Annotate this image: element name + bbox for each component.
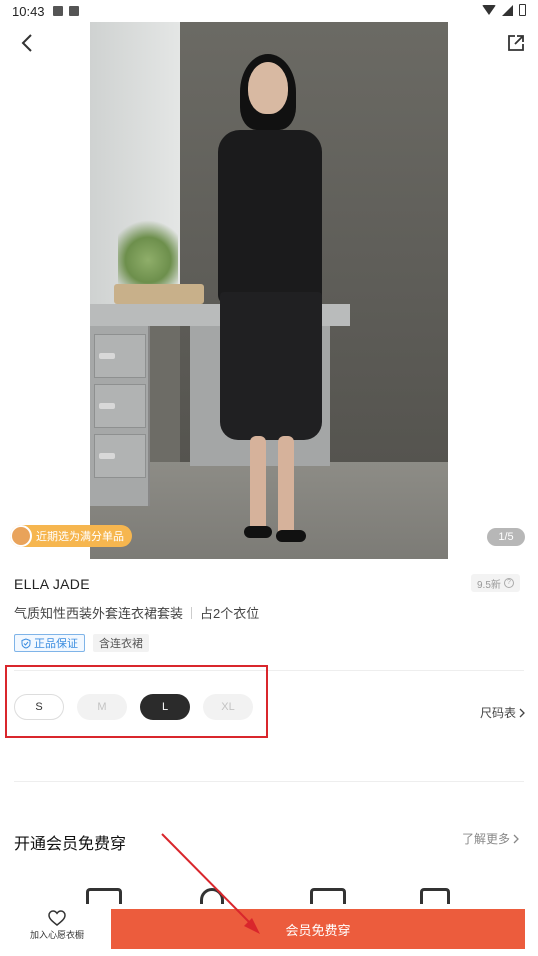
battery-icon (519, 4, 526, 16)
promo-tag: 近期选为满分单品 (10, 525, 132, 547)
condition-badge[interactable]: 9.5新 ? (471, 574, 520, 592)
size-option-xl[interactable]: XL (203, 694, 253, 720)
product-title: 气质知性西装外套连衣裙套装 (14, 606, 184, 621)
product-tags: 正品保证 含连衣裙 (14, 634, 149, 652)
share-button[interactable] (503, 30, 529, 56)
brand-name: ELLA JADE (14, 576, 90, 592)
promo-avatar (10, 525, 32, 547)
product-image[interactable] (90, 22, 448, 559)
status-bar: 10:43 (0, 0, 538, 22)
share-icon (508, 35, 524, 51)
chevron-left-icon (21, 34, 32, 52)
wifi-icon (482, 5, 496, 15)
size-option-l[interactable]: L (140, 694, 190, 720)
condition-text: 9.5新 (477, 579, 501, 591)
chevron-right-icon (519, 708, 525, 717)
app-notification-icon (68, 6, 79, 16)
question-icon: ? (503, 578, 514, 588)
benefit-icon (200, 888, 224, 904)
learn-more-label: 了解更多 (462, 832, 511, 846)
bottom-action-bar: 加入心愿衣橱 会员免费穿 (0, 904, 538, 956)
size-option-m[interactable]: M (77, 694, 127, 720)
status-time: 10:43 (12, 3, 45, 19)
chevron-right-icon (513, 834, 519, 843)
title-divider (191, 606, 193, 619)
benefit-icon (310, 888, 346, 904)
wishlist-button[interactable]: 加入心愿衣橱 (22, 910, 92, 941)
includes-tag: 含连衣裙 (93, 634, 149, 652)
authentic-tag: 正品保证 (14, 634, 85, 652)
benefit-icon (86, 888, 122, 904)
benefit-icon (420, 888, 450, 904)
image-notification-icon (52, 6, 63, 16)
size-chart-link[interactable]: 尺码表 (480, 704, 525, 721)
slot-count: 占2个衣位 (200, 606, 260, 621)
shield-icon (21, 637, 31, 649)
product-title-line: 气质知性西装外套连衣裙套装 占2个衣位 (14, 603, 259, 622)
size-option-s[interactable]: S (14, 694, 64, 720)
heart-icon (48, 910, 66, 926)
learn-more-link[interactable]: 了解更多 (462, 830, 519, 847)
divider (14, 781, 524, 782)
wishlist-label: 加入心愿衣橱 (29, 930, 84, 940)
image-counter: 1/5 (487, 528, 525, 546)
authentic-tag-text: 正品保证 (34, 638, 78, 650)
signal-icon (502, 4, 513, 16)
promo-tag-text: 近期选为满分单品 (36, 531, 124, 543)
member-free-wear-button[interactable]: 会员免费穿 (111, 909, 525, 949)
membership-title: 开通会员免费穿 (14, 836, 127, 853)
size-chart-label: 尺码表 (480, 706, 517, 720)
back-button[interactable] (14, 30, 40, 56)
